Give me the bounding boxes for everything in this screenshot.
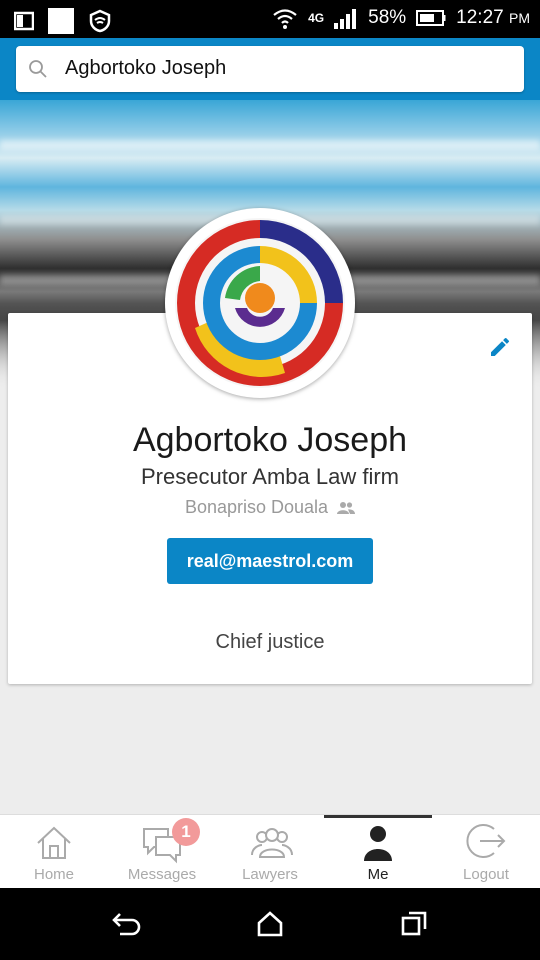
nav-me-label: Me [367, 866, 389, 883]
vpn-shield-icon [89, 9, 111, 33]
signal-icon [334, 9, 357, 29]
home-button-icon[interactable] [256, 910, 284, 938]
profile-location-text: Bonapriso Douala [184, 497, 329, 517]
clock-ampm: PM [509, 10, 530, 26]
clock-time: 12:27 [456, 7, 504, 28]
avatar-logo-image [175, 218, 345, 388]
email-button[interactable]: real@maestrol.com [167, 538, 373, 584]
profile-name: Agbortoko Joseph [132, 421, 408, 459]
system-navigation-bar [0, 888, 540, 960]
battery-icon [416, 10, 446, 26]
recents-icon[interactable] [400, 910, 428, 938]
bottom-navigation: Home Messages Lawyers Me Logout [0, 814, 540, 889]
person-icon [364, 826, 392, 861]
nav-logout-label: Logout [463, 866, 509, 883]
nav-home[interactable]: Home [0, 815, 108, 889]
search-query[interactable]: Agbortoko Joseph [65, 57, 226, 80]
profile-location: Bonapriso Douala [8, 497, 532, 518]
nav-messages-label: Messages [127, 866, 197, 883]
wifi-icon [273, 9, 297, 29]
network-type-label: 4G [308, 11, 325, 25]
sim-icon [14, 11, 34, 31]
profile-headline: Presecutor Amba Law firm [141, 464, 399, 489]
nav-lawyers[interactable]: Lawyers [216, 815, 324, 889]
search-icon [29, 60, 47, 78]
nav-logout[interactable]: Logout [432, 815, 540, 889]
battery-percent: 58% [368, 7, 407, 28]
connections-icon [337, 502, 356, 515]
status-bar: 4G 58% 12:27 PM [0, 0, 540, 38]
nav-home-label: Home [33, 866, 74, 883]
notification-square-icon [48, 8, 74, 34]
search-header: Agbortoko Joseph [0, 38, 540, 100]
nav-lawyers-label: Lawyers [242, 866, 298, 883]
search-input[interactable]: Agbortoko Joseph [16, 46, 524, 92]
clock: 12:27 PM [456, 7, 530, 29]
lawyers-icon [251, 828, 293, 858]
edit-pencil-icon[interactable] [488, 335, 512, 359]
home-icon [37, 826, 71, 859]
avatar[interactable] [165, 208, 355, 398]
nav-me[interactable]: Me [324, 815, 432, 889]
logout-icon [466, 824, 506, 858]
messages-badge: 1 [172, 818, 200, 846]
profile-summary: Chief justice [215, 631, 325, 653]
back-icon[interactable] [112, 910, 142, 938]
nav-messages[interactable]: Messages [108, 815, 216, 889]
